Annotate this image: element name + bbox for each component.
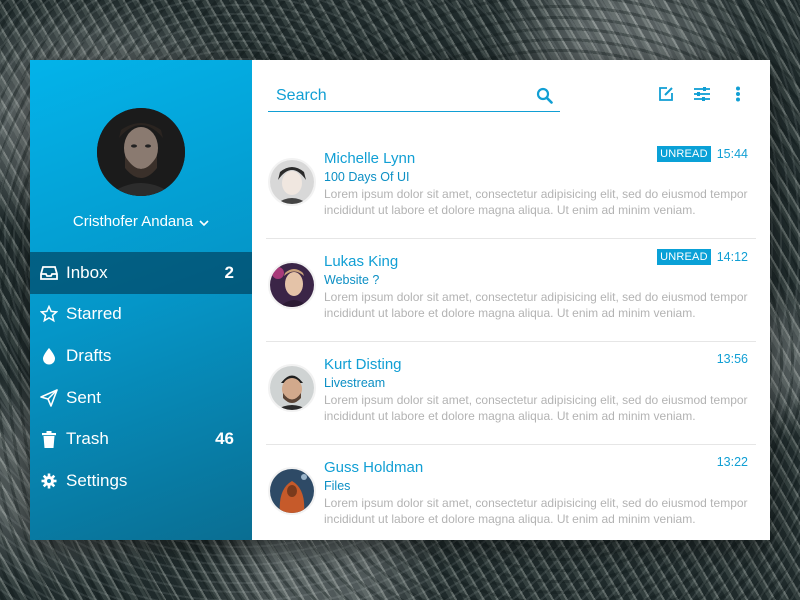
- more-icon[interactable]: [728, 84, 748, 104]
- nav-item-starred[interactable]: Starred: [30, 294, 252, 336]
- message-meta: UNREAD 15:44: [657, 146, 748, 162]
- nav-label: Settings: [66, 470, 128, 490]
- message-list: Michelle Lynn 100 Days Of UI Lorem ipsum…: [266, 136, 756, 548]
- unread-count: 2: [224, 262, 234, 282]
- sender-name: Michelle Lynn: [324, 150, 416, 167]
- profile-menu[interactable]: Cristhofer Andana: [30, 213, 252, 231]
- message-subject: Website ?: [324, 273, 380, 287]
- message-meta: 13:56: [717, 352, 748, 366]
- unread-badge: UNREAD: [657, 249, 711, 265]
- message-preview: Lorem ipsum dolor sit amet, consectetur …: [324, 187, 748, 217]
- unread-badge: UNREAD: [657, 146, 711, 162]
- sender-name: Kurt Disting: [324, 356, 402, 373]
- nav-item-inbox[interactable]: Inbox 2: [30, 252, 252, 294]
- message-preview: Lorem ipsum dolor sit amet, consectetur …: [324, 290, 748, 320]
- nav-label: Starred: [66, 304, 122, 324]
- avatar: [268, 364, 316, 412]
- message-time: 13:22: [716, 455, 748, 469]
- gear-icon: [40, 472, 58, 490]
- nav-item-drafts[interactable]: Drafts: [30, 335, 252, 377]
- folder-nav: Inbox 2 Starred Drafts Sent Trash 46 Set…: [30, 252, 252, 502]
- message-time: 15:44: [716, 147, 748, 161]
- profile-avatar[interactable]: [97, 108, 185, 196]
- message-meta: 13:22: [717, 455, 748, 469]
- search-icon[interactable]: [534, 86, 554, 106]
- message-subject: Files: [324, 479, 351, 493]
- nav-item-settings[interactable]: Settings: [30, 460, 252, 502]
- filter-icon[interactable]: [692, 84, 712, 104]
- nav-label: Drafts: [66, 345, 112, 365]
- mail-app-window: Cristhofer Andana Inbox 2 Starred Drafts…: [30, 60, 770, 540]
- inbox-icon: [40, 264, 58, 282]
- message-time: 13:56: [716, 352, 748, 366]
- compose-icon[interactable]: [656, 84, 676, 104]
- message-row[interactable]: Guss Holdman Files Lorem ipsum dolor sit…: [266, 445, 756, 548]
- message-panel: Michelle Lynn 100 Days Of UI Lorem ipsum…: [252, 60, 770, 540]
- chevron-down-icon: [199, 214, 209, 231]
- trash-icon: [40, 430, 58, 448]
- message-meta: UNREAD 14:12: [657, 249, 748, 265]
- avatar: [268, 467, 316, 515]
- message-row[interactable]: Michelle Lynn 100 Days Of UI Lorem ipsum…: [266, 136, 756, 239]
- message-time: 14:12: [716, 250, 748, 264]
- profile-name: Cristhofer Andana: [72, 213, 193, 230]
- message-subject: 100 Days Of UI: [324, 170, 410, 184]
- message-row[interactable]: Kurt Disting Livestream Lorem ipsum dolo…: [266, 342, 756, 445]
- message-preview: Lorem ipsum dolor sit amet, consectetur …: [324, 496, 748, 526]
- nav-item-sent[interactable]: Sent: [30, 377, 252, 419]
- avatar: [268, 158, 316, 206]
- search-input[interactable]: [268, 81, 534, 110]
- send-icon: [40, 388, 58, 407]
- message-preview: Lorem ipsum dolor sit amet, consectetur …: [324, 393, 748, 423]
- sender-name: Lukas King: [324, 253, 399, 270]
- star-icon: [40, 305, 58, 323]
- sidebar: Cristhofer Andana Inbox 2 Starred Drafts…: [30, 60, 252, 540]
- trash-count: 46: [215, 429, 234, 449]
- avatar: [268, 261, 316, 309]
- message-row[interactable]: Lukas King Website ? Lorem ipsum dolor s…: [266, 239, 756, 342]
- sender-name: Guss Holdman: [324, 459, 424, 476]
- drop-icon: [40, 347, 58, 365]
- nav-label: Inbox: [66, 262, 108, 282]
- search-bar: [268, 80, 560, 112]
- nav-item-trash[interactable]: Trash 46: [30, 418, 252, 460]
- toolbar: [656, 84, 748, 104]
- message-subject: Livestream: [324, 376, 386, 390]
- nav-label: Sent: [66, 387, 101, 407]
- nav-label: Trash: [66, 429, 109, 449]
